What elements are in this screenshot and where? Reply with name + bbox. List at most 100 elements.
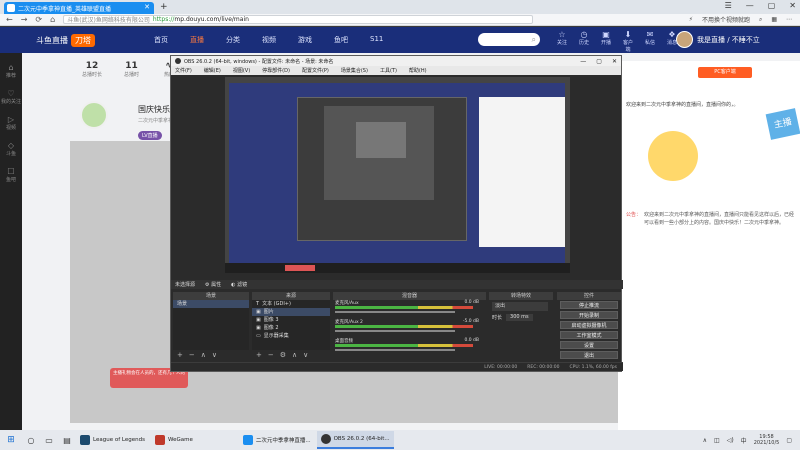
forward-button[interactable]: → [21, 15, 28, 24]
user-menu[interactable]: 我是直播 / 不睡不立 [676, 31, 760, 48]
anchor-name[interactable]: 二次元中季拿神 [138, 117, 173, 124]
explorer-icon[interactable]: ▤ [58, 436, 76, 445]
broadcast-link[interactable]: ▣ 开播 [599, 30, 613, 53]
menu-view[interactable]: 视图(V) [233, 67, 250, 74]
source-item-image-3[interactable]: ▣ 图像 3 [252, 316, 330, 324]
nav-item-video[interactable]: 视频 [262, 35, 276, 45]
live-time: LIVE: 00:00:00 [484, 364, 518, 370]
obs-minimize-button[interactable]: — [580, 58, 586, 65]
windows-taskbar: ⊞ ○ ▭ ▤ League of Legends WeGame 二次元中季拿神… [0, 430, 800, 450]
source-item-display[interactable]: ▭ 显示器采集 [252, 332, 330, 340]
stop-streaming-button[interactable]: 停止推流 [560, 301, 618, 309]
down-icon[interactable]: ∨ [212, 351, 217, 360]
new-tab-button[interactable]: + [160, 2, 168, 14]
client-link[interactable]: ⬇ 客户端 [621, 30, 635, 53]
chevron-up-icon[interactable]: ∧ [703, 437, 707, 444]
taskbar-app-browser[interactable]: 二次元中季拿神直播... [239, 431, 315, 449]
volume-slider[interactable] [335, 330, 455, 332]
extensions-icon[interactable]: ▦ [771, 16, 777, 23]
volume-icon[interactable]: ◁) [727, 437, 734, 444]
menu-scene-collection[interactable]: 场景集合(S) [341, 67, 368, 74]
close-tab-icon[interactable]: ✕ [144, 3, 150, 11]
remove-icon[interactable]: − [189, 351, 195, 360]
menu-docks[interactable]: 停靠部件(D) [262, 67, 290, 74]
search-icon[interactable]: ○ [22, 436, 40, 445]
reload-button[interactable]: ⟳ [35, 15, 42, 24]
taskbar-app-obs[interactable]: OBS 26.0.2 (64-bit... [316, 431, 394, 449]
rail-item-follow[interactable]: ♡ 我的关注 [0, 89, 22, 105]
nav-item-s11[interactable]: S11 [370, 35, 383, 45]
monitor-icon: ▭ [256, 333, 261, 339]
taskbar-app-wegame[interactable]: WeGame [151, 431, 197, 449]
history-link[interactable]: ◷ 历史 [577, 30, 591, 53]
rail-item-douyu[interactable]: ◇ 斗鱼 [0, 141, 22, 157]
menu-profile[interactable]: 配置文件(P) [302, 67, 329, 74]
obs-maximize-button[interactable]: ▢ [596, 58, 602, 65]
menu-tools[interactable]: 工具(T) [380, 67, 397, 74]
menu-file[interactable]: 文件(F) [175, 67, 192, 74]
notification-icon[interactable]: ▢ [786, 437, 792, 444]
clock[interactable]: 19:58 2021/10/5 [754, 434, 780, 446]
scene-item[interactable]: 场景 [173, 300, 249, 308]
nav-item-category[interactable]: 分类 [226, 35, 240, 45]
rail-item-yuba[interactable]: ☐ 鱼吧 [0, 167, 22, 183]
filters-button[interactable]: ◐ 滤镜 [231, 281, 247, 288]
ime-icon[interactable]: 中 [741, 436, 747, 445]
pc-client-button[interactable]: PC客户端 [698, 67, 752, 78]
browser-tab[interactable]: 二次元中季拿神直播_英雄联盟直播 ✕ [4, 2, 154, 14]
settings-button[interactable]: 设置 [560, 341, 618, 349]
source-item-image[interactable]: ▣ 图片 [252, 308, 330, 316]
gear-icon[interactable]: ⚙ [280, 351, 286, 360]
up-icon[interactable]: ∧ [292, 351, 297, 360]
menu-dots-icon[interactable]: ⋯ [786, 16, 792, 23]
maximize-button[interactable]: ▢ [768, 1, 776, 10]
add-icon[interactable]: + [256, 351, 262, 360]
nav-item-live[interactable]: 直播 [190, 35, 204, 45]
rail-item-video[interactable]: ▷ 视频 [0, 115, 22, 131]
menu-edit[interactable]: 编辑(E) [204, 67, 221, 74]
add-icon[interactable]: + [177, 351, 183, 360]
search-icon[interactable]: ⌕ [759, 16, 762, 24]
source-item-text[interactable]: T 文本 (GDI+) [252, 300, 330, 308]
remove-icon[interactable]: − [268, 351, 274, 360]
up-icon[interactable]: ∧ [201, 351, 206, 360]
taskbar-app-lol[interactable]: League of Legends [76, 431, 149, 449]
volume-slider[interactable] [335, 311, 455, 313]
lightning-icon[interactable]: ⚡ [689, 16, 693, 23]
nav-item-yuba[interactable]: 鱼吧 [334, 35, 348, 45]
obs-preview[interactable] [225, 77, 570, 273]
network-icon[interactable]: ◫ [714, 437, 720, 444]
menu-icon[interactable]: ☰ [725, 1, 732, 10]
transition-select[interactable]: 淡出 [492, 302, 548, 311]
dock-header-scenes: 场景 [173, 292, 249, 300]
source-item-image-2[interactable]: ▣ 图像 2 [252, 324, 330, 332]
url-field[interactable]: 斗鱼(武汉)鱼网络科技有限公司 https:// mp.douyu.com/li… [63, 15, 534, 24]
rail-item-recommend[interactable]: ⌂ 推荐 [0, 63, 22, 79]
down-icon[interactable]: ∨ [303, 351, 308, 360]
site-search-input[interactable]: ⌕ [478, 33, 540, 46]
anchor-avatar[interactable] [80, 101, 108, 129]
home-button[interactable]: ⌂ [50, 15, 55, 24]
virtual-camera-button[interactable]: 启动虚拟摄像机 [560, 321, 618, 329]
obs-close-button[interactable]: ✕ [612, 58, 617, 65]
start-recording-button[interactable]: 开始录制 [560, 311, 618, 319]
duration-input[interactable]: 300 ms [506, 314, 533, 321]
follow-link[interactable]: ☆ 关注 [555, 30, 569, 53]
minimize-button[interactable]: — [746, 1, 754, 10]
mixer-channel-desktop: 桌面音频 0.0 dB [333, 338, 483, 354]
site-logo[interactable]: 斗鱼直播 刀塔 [36, 30, 126, 50]
properties-button[interactable]: ⚙ 属性 [205, 281, 221, 288]
message-link[interactable]: ✉ 私信 [643, 30, 657, 53]
close-window-button[interactable]: ✕ [789, 1, 796, 10]
search-icon[interactable]: ⌕ [532, 35, 536, 45]
task-view-icon[interactable]: ▭ [40, 436, 58, 445]
avatar [676, 31, 693, 48]
studio-mode-button[interactable]: 工作室模式 [560, 331, 618, 339]
back-button[interactable]: ← [6, 15, 13, 24]
exit-button[interactable]: 退出 [560, 351, 618, 359]
menu-help[interactable]: 帮助(H) [409, 67, 427, 74]
volume-slider[interactable] [335, 349, 455, 351]
nav-item-home[interactable]: 首页 [154, 35, 168, 45]
windows-start-icon[interactable]: ⊞ [0, 430, 22, 450]
nav-item-game[interactable]: 游戏 [298, 35, 312, 45]
